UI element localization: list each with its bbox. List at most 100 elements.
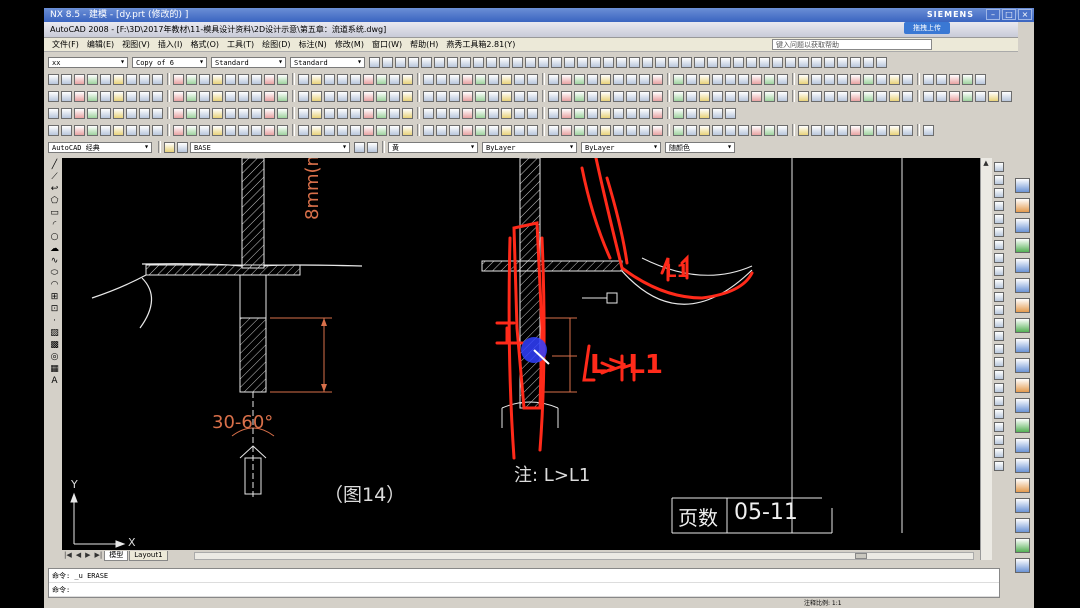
modify-tool-icon[interactable] — [277, 107, 288, 119]
side-panel-icon[interactable] — [1014, 438, 1030, 453]
modify-tool-icon[interactable] — [699, 107, 710, 119]
plugin-tool-icon[interactable] — [126, 124, 137, 136]
dimension-tool-icon[interactable] — [186, 90, 197, 102]
circle-icon[interactable]: ○ — [50, 232, 60, 243]
format-tool-icon[interactable] — [350, 73, 361, 85]
format-tool-icon[interactable] — [962, 73, 973, 85]
dimension-tool-icon[interactable] — [350, 90, 361, 102]
insert-block-icon[interactable]: ⊞ — [50, 292, 60, 303]
standard-tool-icon[interactable] — [876, 56, 887, 68]
tab-layout1[interactable]: Layout1 — [129, 550, 168, 561]
dimension-tool-icon[interactable] — [889, 90, 900, 102]
plugin-tool-icon[interactable] — [488, 124, 499, 136]
menu-insert[interactable]: 插入(I) — [154, 38, 187, 51]
tab-model[interactable]: 模型 — [104, 550, 129, 561]
format-tool-icon[interactable] — [777, 73, 788, 85]
side-panel-icon[interactable] — [1014, 458, 1030, 473]
format-tool-icon[interactable] — [811, 73, 822, 85]
dimension-tool-icon[interactable] — [988, 90, 999, 102]
format-tool-icon[interactable] — [902, 73, 913, 85]
standard-tool-icon[interactable] — [642, 56, 653, 68]
format-tool-icon[interactable] — [100, 73, 111, 85]
format-tool-icon[interactable] — [449, 73, 460, 85]
format-tool-icon[interactable] — [686, 73, 697, 85]
standard-tool-icon[interactable] — [460, 56, 471, 68]
format-tool-icon[interactable] — [173, 73, 184, 85]
horizontal-scroll-thumb[interactable] — [855, 553, 867, 559]
modify-tool-icon[interactable] — [264, 107, 275, 119]
dimension-tool-icon[interactable] — [652, 90, 663, 102]
modify-tool-icon[interactable] — [994, 448, 1004, 458]
help-search-input[interactable]: 键入问题以获取帮助 — [772, 39, 932, 50]
tab-first-icon[interactable]: |◀ — [62, 550, 74, 561]
modify-tool-icon[interactable] — [994, 331, 1004, 341]
dimension-tool-icon[interactable] — [423, 90, 434, 102]
dimension-tool-icon[interactable] — [574, 90, 585, 102]
layer-previous-icon[interactable] — [367, 141, 378, 153]
format-tool-icon[interactable] — [738, 73, 749, 85]
upload-button[interactable]: 拖拽上传 — [904, 22, 950, 34]
format-tool-icon[interactable] — [238, 73, 249, 85]
format-tool-icon[interactable] — [74, 73, 85, 85]
modify-tool-icon[interactable] — [613, 107, 624, 119]
modify-tool-icon[interactable] — [527, 107, 538, 119]
text-height-combo[interactable]: xx — [48, 56, 128, 68]
ellipse-arc-icon[interactable]: ◠ — [50, 280, 60, 291]
table-style-combo[interactable]: Standard — [290, 56, 365, 68]
format-tool-icon[interactable] — [501, 73, 512, 85]
standard-tool-icon[interactable] — [421, 56, 432, 68]
plugin-tool-icon[interactable] — [225, 124, 236, 136]
dimension-tool-icon[interactable] — [1001, 90, 1012, 102]
dimension-tool-icon[interactable] — [902, 90, 913, 102]
modify-tool-icon[interactable] — [994, 396, 1004, 406]
plugin-tool-icon[interactable] — [337, 124, 348, 136]
format-tool-icon[interactable] — [699, 73, 710, 85]
maximize-icon[interactable]: □ — [1002, 9, 1016, 20]
standard-tool-icon[interactable] — [759, 56, 770, 68]
region-icon[interactable]: ◎ — [50, 352, 60, 363]
modify-tool-icon[interactable] — [436, 107, 447, 119]
dimension-tool-icon[interactable] — [277, 90, 288, 102]
standard-tool-icon[interactable] — [837, 56, 848, 68]
dimension-tool-icon[interactable] — [337, 90, 348, 102]
dimension-tool-icon[interactable] — [936, 90, 947, 102]
modify-tool-icon[interactable] — [994, 201, 1004, 211]
side-panel-icon[interactable] — [1014, 218, 1030, 233]
format-tool-icon[interactable] — [363, 73, 374, 85]
modify-tool-icon[interactable] — [423, 107, 434, 119]
table-icon[interactable]: ▦ — [50, 364, 60, 375]
plugin-tool-icon[interactable] — [61, 124, 72, 136]
dimension-tool-icon[interactable] — [363, 90, 374, 102]
format-tool-icon[interactable] — [712, 73, 723, 85]
ellipse-icon[interactable]: ⬭ — [50, 268, 60, 279]
modify-tool-icon[interactable] — [48, 107, 59, 119]
modify-tool-icon[interactable] — [712, 107, 723, 119]
modify-tool-icon[interactable] — [74, 107, 85, 119]
standard-tool-icon[interactable] — [616, 56, 627, 68]
dimension-tool-icon[interactable] — [238, 90, 249, 102]
plugin-tool-icon[interactable] — [402, 124, 413, 136]
plugin-tool-icon[interactable] — [764, 124, 775, 136]
standard-tool-icon[interactable] — [811, 56, 822, 68]
arc-icon[interactable]: ◜ — [50, 220, 60, 231]
plugin-tool-icon[interactable] — [251, 124, 262, 136]
dimension-tool-icon[interactable] — [225, 90, 236, 102]
side-panel-icon[interactable] — [1014, 398, 1030, 413]
dimension-tool-icon[interactable] — [139, 90, 150, 102]
plugin-tool-icon[interactable] — [889, 124, 900, 136]
polyline-icon[interactable]: ↩ — [50, 184, 60, 195]
dimension-tool-icon[interactable] — [798, 90, 809, 102]
format-tool-icon[interactable] — [798, 73, 809, 85]
plugin-tool-icon[interactable] — [548, 124, 559, 136]
plugin-tool-icon[interactable] — [277, 124, 288, 136]
plugin-tool-icon[interactable] — [863, 124, 874, 136]
modify-tool-icon[interactable] — [994, 409, 1004, 419]
dimension-tool-icon[interactable] — [152, 90, 163, 102]
standard-tool-icon[interactable] — [733, 56, 744, 68]
plugin-tool-icon[interactable] — [673, 124, 684, 136]
standard-tool-icon[interactable] — [746, 56, 757, 68]
format-tool-icon[interactable] — [324, 73, 335, 85]
standard-tool-icon[interactable] — [629, 56, 640, 68]
dimension-tool-icon[interactable] — [389, 90, 400, 102]
modify-tool-icon[interactable] — [376, 107, 387, 119]
